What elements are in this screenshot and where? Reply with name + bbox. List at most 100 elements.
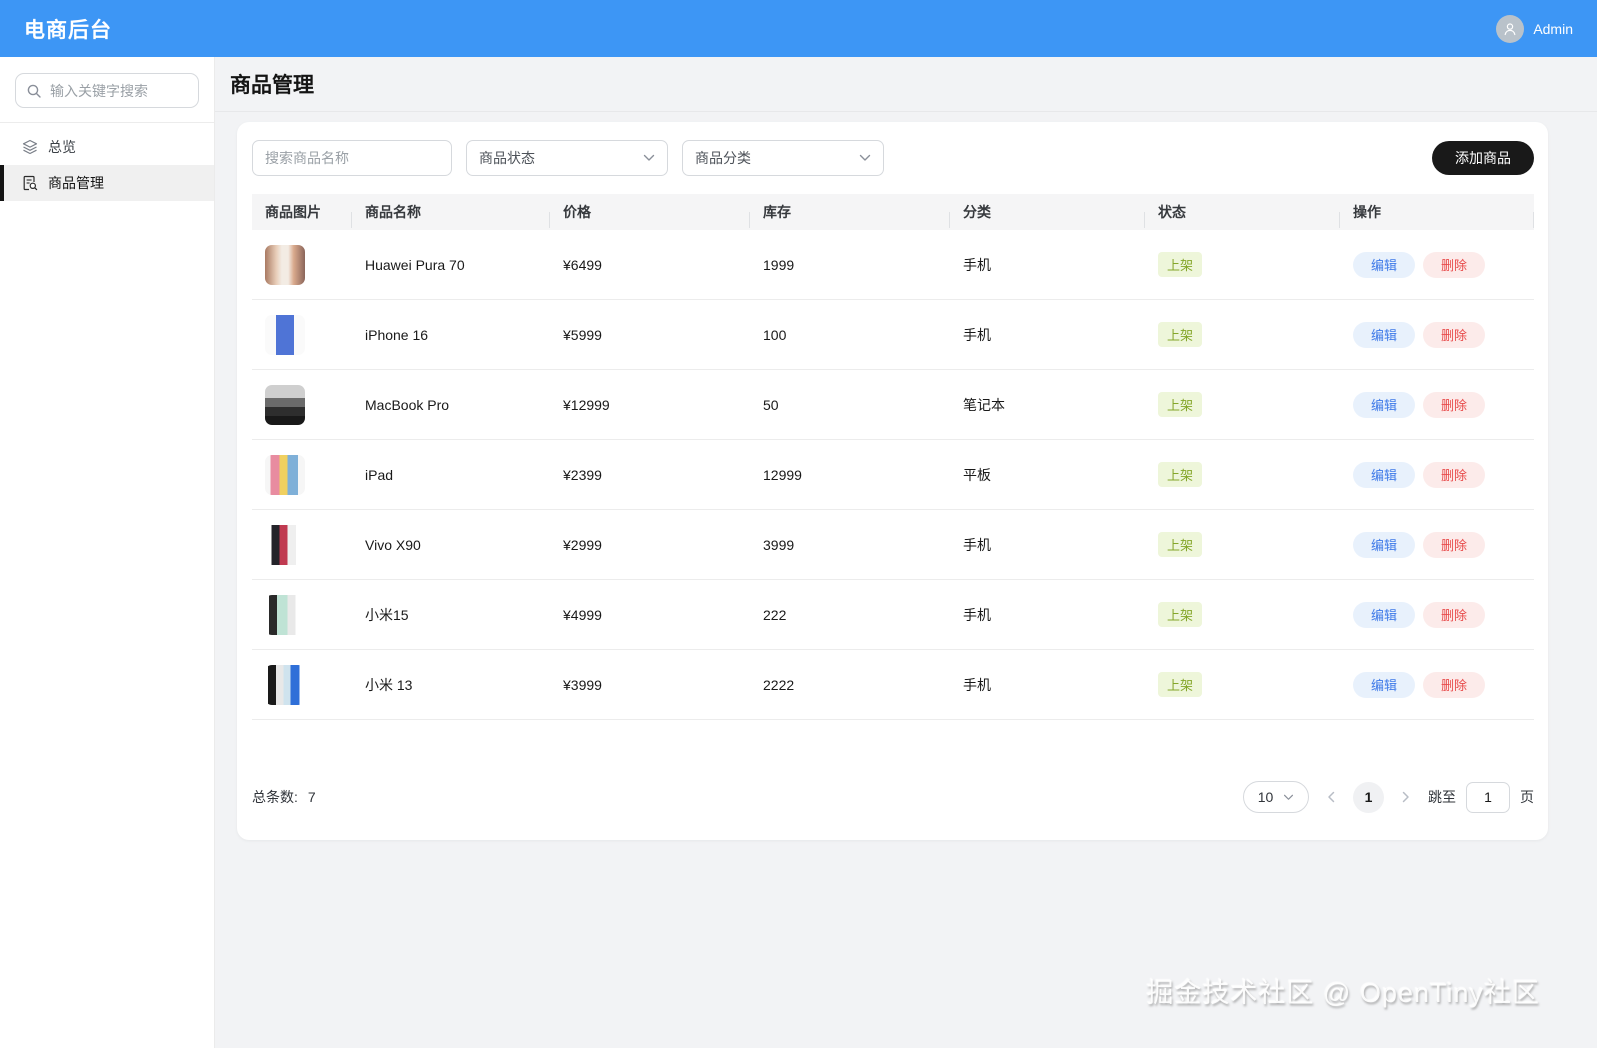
- sidebar-item-product-management[interactable]: 商品管理: [0, 165, 214, 201]
- product-category: 平板: [963, 466, 991, 483]
- sidebar-nav: 总览 商品管理: [0, 123, 214, 201]
- delete-button[interactable]: 删除: [1423, 531, 1486, 558]
- product-category: 手机: [963, 676, 991, 693]
- watermark: 掘金技术社区 @ OpenTiny社区: [1146, 978, 1540, 1008]
- search-icon: [27, 84, 41, 98]
- product-name: MacBook Pro: [365, 396, 450, 413]
- layers-icon: [22, 139, 38, 155]
- page-size-select[interactable]: 10: [1243, 781, 1309, 813]
- delete-button[interactable]: 删除: [1423, 391, 1486, 418]
- product-image: [265, 524, 305, 565]
- product-price: ¥4999: [563, 606, 602, 623]
- app-title: 电商后台: [24, 18, 112, 42]
- product-price: ¥2399: [563, 466, 602, 483]
- delete-button[interactable]: 删除: [1423, 461, 1486, 488]
- page-head: 商品管理: [215, 57, 1597, 112]
- total-label: 总条数:: [252, 789, 298, 805]
- edit-button[interactable]: 编辑: [1353, 531, 1416, 558]
- chevron-down-icon: [859, 154, 871, 161]
- status-badge: 上架: [1158, 672, 1203, 697]
- product-image: [265, 594, 305, 635]
- add-product-button[interactable]: 添加商品: [1432, 141, 1534, 175]
- app-header: 电商后台 Admin: [0, 0, 1597, 57]
- product-stock: 2222: [763, 676, 795, 693]
- product-panel: 商品状态 商品分类 添加商品 商品图片 商品名称 价格 库存 分类: [237, 122, 1548, 840]
- col-stock: 库存: [750, 202, 950, 228]
- product-stock: 100: [763, 326, 787, 343]
- delete-button[interactable]: 删除: [1423, 251, 1486, 278]
- sidebar-item-overview[interactable]: 总览: [0, 129, 214, 165]
- status-badge: 上架: [1158, 392, 1203, 417]
- product-image: [265, 454, 305, 495]
- sidebar-item-label: 总览: [48, 139, 76, 155]
- product-name: 小米 13: [365, 676, 413, 693]
- table-row: iPad ¥2399 12999 平板 上架 编辑 删除: [252, 440, 1534, 510]
- product-stock: 12999: [763, 466, 802, 483]
- edit-button[interactable]: 编辑: [1353, 601, 1416, 628]
- product-category: 手机: [963, 606, 991, 623]
- edit-button[interactable]: 编辑: [1353, 391, 1416, 418]
- col-actions: 操作: [1340, 202, 1534, 228]
- sidebar-search-input[interactable]: [50, 82, 180, 99]
- product-price: ¥6499: [563, 256, 602, 273]
- product-name: iPad: [365, 466, 394, 483]
- table-row: MacBook Pro ¥12999 50 笔记本 上架 编辑 删除: [252, 370, 1534, 440]
- col-image: 商品图片: [252, 202, 352, 228]
- col-status: 状态: [1145, 202, 1340, 228]
- table-row: 小米15 ¥4999 222 手机 上架 编辑 删除: [252, 580, 1534, 650]
- page-number-1[interactable]: 1: [1353, 781, 1384, 813]
- chevron-down-icon: [1284, 794, 1294, 800]
- sidebar: 总览 商品管理: [0, 57, 215, 1048]
- edit-button[interactable]: 编辑: [1353, 461, 1416, 488]
- product-image: [265, 664, 305, 705]
- category-select-value: 商品分类: [695, 150, 751, 166]
- product-price: ¥12999: [563, 396, 610, 413]
- product-image: [265, 244, 305, 285]
- product-name: 小米15: [365, 606, 409, 623]
- product-name: Vivo X90: [365, 536, 421, 553]
- total-count: 总条数: 7: [252, 787, 316, 807]
- status-badge: 上架: [1158, 462, 1203, 487]
- page-unit-label: 页: [1520, 789, 1534, 805]
- table-row: 小米 13 ¥3999 2222 手机 上架 编辑 删除: [252, 650, 1534, 720]
- user-icon: [1504, 22, 1516, 35]
- category-select[interactable]: 商品分类: [682, 140, 884, 176]
- col-name: 商品名称: [352, 202, 550, 228]
- product-image: [265, 384, 305, 425]
- product-search-input[interactable]: [252, 140, 452, 176]
- edit-button[interactable]: 编辑: [1353, 251, 1416, 278]
- product-price: ¥3999: [563, 676, 602, 693]
- status-badge: 上架: [1158, 532, 1203, 557]
- table-row: iPhone 16 ¥5999 100 手机 上架 编辑 删除: [252, 300, 1534, 370]
- next-page-button[interactable]: [1394, 785, 1418, 809]
- avatar: [1496, 14, 1525, 43]
- filter-bar: 商品状态 商品分类 添加商品: [252, 140, 1534, 176]
- status-badge: 上架: [1158, 602, 1203, 627]
- product-image: [265, 314, 305, 355]
- jump-page-input[interactable]: [1466, 781, 1510, 813]
- total-value: 7: [307, 789, 316, 805]
- delete-button[interactable]: 删除: [1423, 601, 1486, 628]
- prev-page-button[interactable]: [1319, 785, 1343, 809]
- product-stock: 222: [763, 606, 787, 623]
- product-stock: 50: [763, 396, 779, 413]
- product-name: Huawei Pura 70: [365, 256, 465, 273]
- page-title: 商品管理: [230, 74, 314, 97]
- sidebar-search[interactable]: [15, 73, 199, 108]
- product-category: 手机: [963, 256, 991, 273]
- edit-button[interactable]: 编辑: [1353, 671, 1416, 698]
- main-content: 商品管理 商品状态 商品分类 添加商品 商品图片: [215, 57, 1597, 1048]
- status-select-value: 商品状态: [479, 150, 535, 166]
- delete-button[interactable]: 删除: [1423, 671, 1486, 698]
- chevron-right-icon: [1402, 791, 1409, 803]
- product-category: 手机: [963, 326, 991, 343]
- status-select[interactable]: 商品状态: [466, 140, 668, 176]
- edit-button[interactable]: 编辑: [1353, 321, 1416, 348]
- user-menu[interactable]: Admin: [1496, 14, 1573, 43]
- product-table: 商品图片 商品名称 价格 库存 分类 状态 操作 Huawei Pura 70 …: [252, 194, 1534, 720]
- chevron-left-icon: [1328, 791, 1335, 803]
- col-price: 价格: [550, 202, 750, 228]
- sidebar-item-label: 商品管理: [48, 175, 104, 191]
- user-name: Admin: [1533, 20, 1573, 37]
- delete-button[interactable]: 删除: [1423, 321, 1486, 348]
